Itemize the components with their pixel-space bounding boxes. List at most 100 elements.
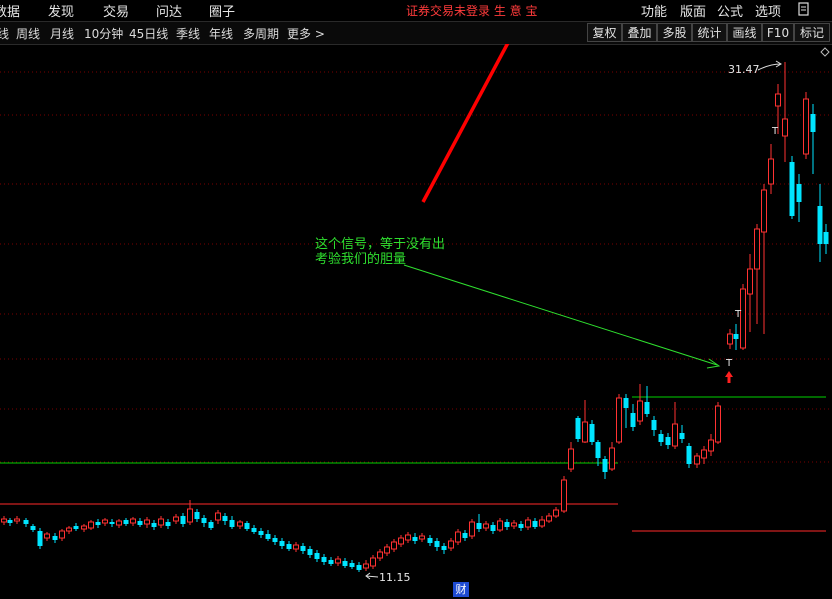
overlay-button[interactable]: 叠加	[622, 23, 657, 42]
candle	[251, 525, 257, 534]
draw-line-button[interactable]: 画线	[727, 23, 762, 42]
annotation-text-line1: 这个信号，等于没有出	[315, 236, 445, 252]
candle	[497, 518, 503, 532]
mark-button[interactable]: 标记	[794, 23, 830, 42]
kline-chart[interactable]: 31.47 11.15 T T T 这个信号，等于没有出 考验我们的胆量	[0, 44, 832, 599]
candle	[144, 517, 150, 528]
menu-wenda[interactable]: 问达	[156, 1, 182, 20]
candle	[215, 510, 221, 524]
menu-trade[interactable]: 交易	[103, 1, 129, 20]
candle	[137, 518, 143, 527]
period-10min[interactable]: 10分钟	[84, 25, 123, 42]
candle	[173, 514, 179, 524]
menu-layout[interactable]: 版面	[680, 1, 706, 20]
menu-bar: 数据 发现 交易 问达 圈子 证券交易未登录 生 意 宝 功能 版面 公式 选项	[0, 0, 832, 21]
window-restore-icon[interactable]	[796, 1, 811, 18]
candle	[727, 329, 733, 349]
candle	[222, 513, 228, 525]
period-month[interactable]: 月线	[50, 25, 74, 42]
candle-body	[789, 162, 795, 216]
period-multi[interactable]: 多周期	[243, 25, 279, 42]
candle-body	[511, 522, 517, 527]
candle	[23, 518, 29, 527]
period-more[interactable]: 更多 >	[287, 25, 325, 42]
candle	[123, 518, 129, 526]
candle	[102, 518, 108, 526]
finance-badge-icon[interactable]: 财	[453, 582, 469, 597]
high-pointer-line	[757, 63, 782, 71]
candle	[37, 528, 43, 549]
candle	[377, 549, 383, 561]
fuquan-button[interactable]: 复权	[587, 23, 622, 42]
candle-body	[412, 537, 418, 541]
candle	[609, 442, 615, 471]
period-week[interactable]: 周线	[16, 25, 40, 42]
candle	[116, 519, 122, 528]
period-day[interactable]: 线	[0, 25, 9, 42]
signal-marker-t: T	[734, 309, 742, 320]
candle	[518, 521, 524, 531]
candle	[575, 416, 581, 442]
support-resistance-lines	[0, 396, 826, 532]
candle-body	[483, 523, 489, 529]
menu-data[interactable]: 数据	[0, 1, 20, 20]
candle-body	[151, 523, 157, 527]
candle-body	[208, 522, 214, 528]
candle	[272, 535, 278, 545]
period-toolbar: 线 周线 月线 10分钟 45日线 季线 年线 多周期 更多 > 复权 叠加 多…	[0, 21, 832, 45]
menu-formula[interactable]: 公式	[717, 1, 743, 20]
login-status-banner[interactable]: 证券交易未登录 生 意 宝	[406, 2, 537, 19]
period-45day[interactable]: 45日线	[129, 25, 168, 42]
candle	[448, 538, 454, 551]
candle-body	[733, 334, 739, 339]
candle	[525, 517, 531, 530]
candle	[194, 509, 200, 522]
candle	[356, 562, 362, 572]
candle-body	[258, 531, 264, 535]
candle-body	[229, 520, 235, 527]
candle	[686, 443, 692, 468]
candle-body	[427, 538, 433, 543]
candle-body	[398, 537, 404, 545]
candle	[81, 524, 87, 532]
candle-body	[589, 424, 595, 442]
buy-signal-arrow-icon	[725, 371, 733, 383]
candle-body	[810, 114, 816, 132]
candle-body	[637, 400, 643, 422]
candle	[679, 425, 685, 443]
candle	[427, 535, 433, 546]
candle	[476, 514, 482, 532]
candle	[637, 384, 643, 425]
candle	[747, 254, 753, 332]
candle	[66, 526, 72, 534]
candle	[589, 420, 595, 445]
candle	[602, 456, 608, 479]
candle	[789, 156, 795, 219]
candle-body	[469, 521, 475, 537]
menu-circle[interactable]: 圈子	[209, 1, 235, 20]
candle	[165, 519, 171, 529]
statistics-button[interactable]: 统计	[692, 23, 727, 42]
candle-body	[342, 561, 348, 566]
candle	[616, 394, 622, 444]
candle	[370, 555, 376, 569]
candle-body	[328, 560, 334, 564]
candle-body	[116, 520, 122, 526]
candle	[733, 324, 739, 350]
candle-body	[356, 565, 362, 570]
f10-button[interactable]: F10	[762, 23, 794, 42]
candle-body	[95, 522, 101, 525]
candle	[363, 560, 369, 571]
period-year[interactable]: 年线	[209, 25, 233, 42]
candle	[328, 557, 334, 566]
candle-body	[747, 268, 753, 295]
menu-function[interactable]: 功能	[641, 1, 667, 20]
menu-discover[interactable]: 发现	[48, 1, 74, 20]
menu-options[interactable]: 选项	[755, 1, 781, 20]
multi-stock-button[interactable]: 多股	[657, 23, 692, 42]
candle-body	[14, 518, 20, 522]
candle-body	[727, 333, 733, 345]
period-quarter[interactable]: 季线	[176, 25, 200, 42]
signal-marker-t: T	[725, 358, 733, 369]
candle	[405, 532, 411, 543]
